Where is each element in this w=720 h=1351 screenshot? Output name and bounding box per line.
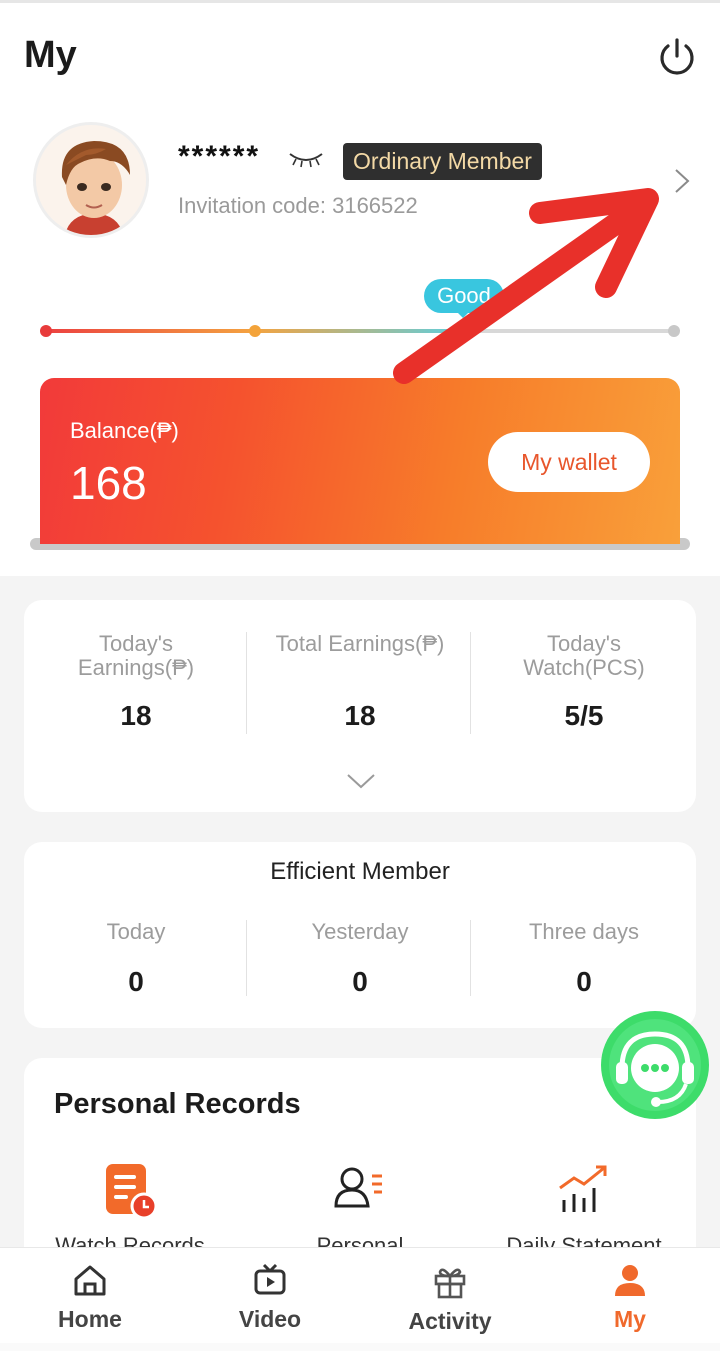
efficient-today: Today 0 <box>24 920 248 998</box>
efficient-member-title: Efficient Member <box>270 858 450 885</box>
watch-records-item[interactable]: Watch Records <box>30 1162 230 1247</box>
balance-label: Balance(₱) <box>70 418 179 443</box>
invitation-code: Invitation code: 3166522 <box>178 193 418 218</box>
efficient-member-card: Efficient Member Today 0 Yesterday 0 Thr… <box>24 842 696 1028</box>
efficient-yesterday-label: Yesterday <box>311 919 409 944</box>
nav-video[interactable]: Video <box>180 1262 360 1333</box>
divider <box>246 920 247 996</box>
personal-label: Personal <box>316 1233 404 1247</box>
personal-records-card: Personal Records Watch Records Personal <box>24 1058 696 1247</box>
chevron-down-icon[interactable] <box>346 772 376 790</box>
todays-earnings-value: 18 <box>120 700 152 731</box>
nav-video-label: Video <box>238 1306 302 1332</box>
my-wallet-button[interactable]: My wallet <box>488 432 650 492</box>
credit-level-dot-start <box>40 325 52 337</box>
hidden-eye-icon[interactable] <box>288 150 324 168</box>
bottom-edge <box>0 1343 720 1351</box>
personal-records-title: Personal Records <box>54 1088 301 1120</box>
member-level-badge: Ordinary Member <box>343 143 542 180</box>
todays-earnings-label: Today's Earnings(₱) <box>77 631 195 680</box>
divider <box>246 632 247 734</box>
efficient-today-value: 0 <box>128 966 144 997</box>
total-earnings-value: 18 <box>344 700 376 731</box>
total-earnings-label: Total Earnings(₱) <box>275 631 445 656</box>
user-icon <box>615 1265 645 1296</box>
todays-earnings: Today's Earnings(₱) 18 <box>24 632 248 732</box>
efficient-yesterday: Yesterday 0 <box>248 920 472 998</box>
daily-statement-item[interactable]: Daily Statement <box>484 1162 684 1247</box>
nav-my[interactable]: My <box>540 1262 720 1333</box>
credit-level-dot-end <box>668 325 680 337</box>
nav-my-label: My <box>614 1306 646 1332</box>
nav-home-label: Home <box>58 1306 122 1332</box>
chevron-right-icon[interactable] <box>672 168 692 194</box>
todays-watch-label: Today's Watch(PCS) <box>523 631 645 680</box>
daily-statement-label: Daily Statement <box>506 1233 662 1247</box>
efficient-today-label: Today <box>106 919 166 944</box>
divider <box>470 632 471 734</box>
earnings-card: Today's Earnings(₱) 18 Total Earnings(₱)… <box>24 600 696 812</box>
page-title: My <box>24 34 77 76</box>
efficient-three-days: Three days 0 <box>472 920 696 998</box>
credit-level-tag-pointer <box>455 310 471 318</box>
divider <box>470 920 471 996</box>
chart-up-icon <box>559 1165 607 1212</box>
bottom-navigation: Home Video Activity My <box>0 1247 720 1351</box>
video-icon <box>254 1263 286 1295</box>
efficient-three-days-label: Three days <box>528 919 640 944</box>
nav-activity[interactable]: Activity <box>360 1264 540 1335</box>
personal-item[interactable]: Personal <box>260 1162 460 1247</box>
todays-watch: Today's Watch(PCS) 5/5 <box>472 632 696 732</box>
credit-level-dot-mid <box>249 325 261 337</box>
balance-value: 168 <box>70 457 147 509</box>
gift-icon <box>434 1268 466 1299</box>
avatar[interactable] <box>33 122 149 238</box>
document-clock-icon <box>106 1164 158 1220</box>
power-icon[interactable] <box>656 36 698 78</box>
efficient-yesterday-value: 0 <box>352 966 368 997</box>
credit-level-tag: Good <box>424 279 504 313</box>
todays-watch-value: 5/5 <box>564 700 604 731</box>
nav-activity-label: Activity <box>408 1308 492 1334</box>
nav-home[interactable]: Home <box>0 1262 180 1333</box>
user-list-icon <box>334 1167 382 1208</box>
balance-card: Balance(₱) 168 My wallet <box>40 378 680 544</box>
username: ****** <box>178 140 261 173</box>
watch-records-label: Watch Records <box>55 1233 205 1247</box>
home-icon <box>74 1265 106 1296</box>
total-earnings: Total Earnings(₱) 18 <box>248 632 472 732</box>
customer-support-button[interactable] <box>600 1010 710 1120</box>
efficient-three-days-value: 0 <box>576 966 592 997</box>
